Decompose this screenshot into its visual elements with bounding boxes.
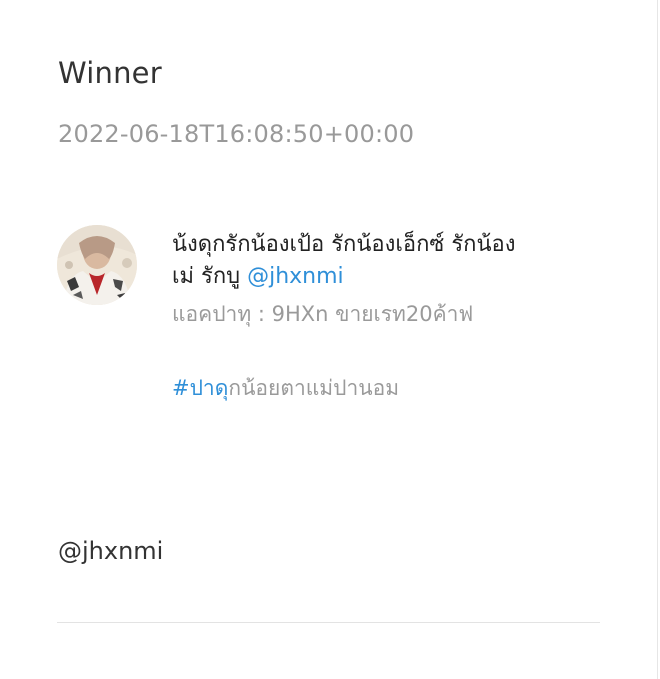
divider <box>57 622 600 623</box>
hashtag-line: #ปาดุกน้อยตาแม่ปานอม <box>172 373 612 403</box>
right-border <box>657 0 658 679</box>
post-body: น้งดุกรักน้องเป้อ รักน้องเอ็กซ์ รักน้อง … <box>172 229 612 403</box>
footer-mention[interactable]: @jhxnmi <box>58 537 163 565</box>
hashtag-link[interactable]: #ปาดุ <box>172 376 228 400</box>
page-title: Winner <box>58 56 162 90</box>
post-subtext: แอคปาทุ : 9HXn ขายเรท20ค้าฟ <box>172 302 474 326</box>
mention-link[interactable]: @jhxnmi <box>247 264 344 289</box>
avatar[interactable] <box>57 225 137 305</box>
post-text-line-2: เม่ รักบู @jhxnmi <box>172 261 612 293</box>
post-text-line-2-prefix: เม่ รักบู <box>172 264 248 289</box>
timestamp: 2022-06-18T16:08:50+00:00 <box>58 120 415 148</box>
profile-photo-icon <box>57 225 137 305</box>
post-text-line-1: น้งดุกรักน้องเป้อ รักน้องเอ็กซ์ รักน้อง <box>172 232 516 257</box>
hashtag-suffix: กน้อยตาแม่ปานอม <box>228 376 400 400</box>
